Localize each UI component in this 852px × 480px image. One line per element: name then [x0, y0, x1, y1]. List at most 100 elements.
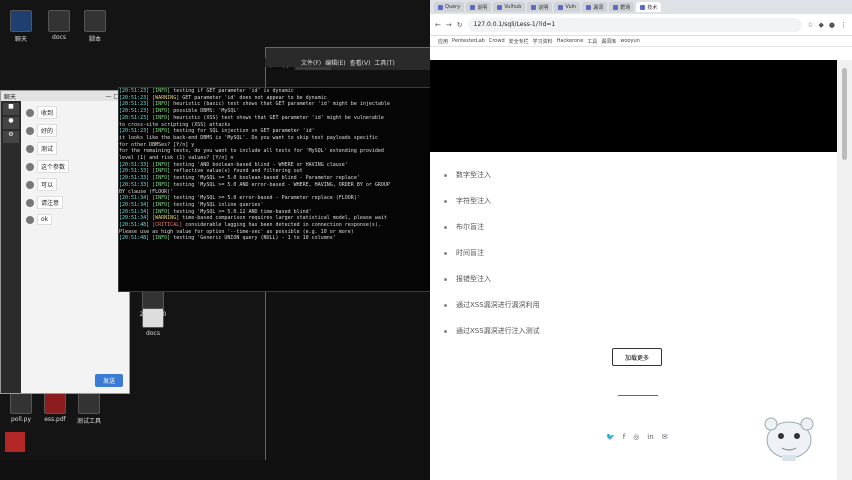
terminal-line: [20:51:23] [INFO] testing for SQL inject…	[119, 128, 431, 135]
nav-item-label: 布尔盲注	[456, 223, 484, 231]
terminal-timestamp: [20:51:48]	[119, 222, 153, 229]
terminal-timestamp: [20:51:33]	[119, 175, 153, 182]
desktop-icon[interactable]: 聊天	[4, 10, 38, 43]
menu-item[interactable]: 工具(T)	[374, 58, 394, 67]
social-links: 🐦 f ◎ in ✉	[606, 433, 668, 441]
browser-tab[interactable]: 说明	[527, 2, 553, 12]
message-text: ok	[37, 214, 53, 225]
github-icon[interactable]: ◎	[633, 433, 639, 441]
desktop-icon-label: 2020110	[139, 311, 167, 318]
menu-item[interactable]: 文件(F)	[301, 58, 321, 67]
folder-icon	[10, 10, 32, 32]
message-text: 可以	[37, 178, 58, 191]
nav-item[interactable]: 通过XSS漏洞进行漏洞利用	[444, 292, 704, 318]
bookmark-item[interactable]: 工具	[587, 38, 597, 45]
menu-item[interactable]: 查看(V)	[350, 58, 371, 67]
bookmark-item[interactable]: 漏洞库	[601, 38, 616, 45]
terminal-level: [INFO]	[152, 114, 174, 121]
bookmark-item[interactable]: Hackerone	[557, 38, 584, 44]
desktop-icon[interactable]: docs	[42, 10, 76, 41]
terminal-text: reflective value(s) found and filtering …	[173, 168, 303, 175]
app-shortcut-icon[interactable]	[5, 432, 25, 452]
hero-banner	[430, 60, 837, 152]
linkedin-icon[interactable]: in	[647, 433, 653, 441]
profile-icon[interactable]: ●	[829, 21, 835, 29]
nav-item[interactable]: 报错型注入	[444, 266, 704, 292]
facebook-icon[interactable]: f	[623, 433, 625, 441]
address-bar[interactable]: 127.0.0.1/sqli/Less-1/?id=1	[467, 17, 803, 32]
nav-item[interactable]: 时间盲注	[444, 240, 704, 266]
browser-tab[interactable]: 靶场	[609, 2, 635, 12]
tool-icon	[78, 392, 100, 414]
tab-label: 漏洞	[593, 4, 604, 11]
terminal-timestamp: [20:51:34]	[119, 201, 153, 208]
extension-icon[interactable]: ◆	[819, 21, 824, 29]
reload-icon[interactable]: ↻	[457, 21, 463, 29]
terminal-line: [20:51:23] [INFO] heuristic (basic) test…	[119, 101, 431, 108]
desktop-icon[interactable]: poll.py	[4, 392, 38, 423]
browser-tab[interactable]: 说明	[466, 2, 492, 12]
chat-icon[interactable]: ■	[3, 103, 19, 115]
bookmark-item[interactable]: 应用	[438, 38, 448, 45]
forward-icon[interactable]: →	[446, 21, 452, 29]
terminal-level: [CRITICAL]	[152, 222, 186, 229]
desktop-icon[interactable]: 测试工具	[72, 392, 106, 425]
terminal-text: testing if GET parameter 'id' is dynamic	[173, 88, 294, 94]
bookmark-item[interactable]: wooyun	[620, 38, 640, 44]
terminal-timestamp: [20:51:34]	[119, 208, 153, 215]
nav-item[interactable]: 通过XSS漏洞进行注入测试	[444, 318, 704, 344]
terminal-timestamp: [20:51:33]	[119, 161, 153, 168]
bookmark-item[interactable]: 学习资料	[533, 38, 553, 45]
terminal-line: [20:51:34] [INFO] testing 'MySQL >= 5.0.…	[119, 209, 431, 216]
terminal-text: testing for SQL injection on GET paramet…	[173, 128, 315, 135]
terminal-timestamp: [20:51:23]	[119, 128, 153, 135]
terminal-level: [WARNING]	[152, 94, 183, 101]
terminal-timestamp: [20:51:23]	[119, 108, 153, 115]
script-icon	[84, 10, 106, 32]
tab-label: Vuln	[565, 4, 577, 10]
chat-window: 聊天 — □ ✕ ■ ● ⚙ 收到 好的 测试 这个参数 可以 请注意 ok 发…	[0, 90, 130, 394]
back-icon[interactable]: ←	[435, 21, 441, 29]
pdf-icon	[44, 392, 66, 414]
bookmark-item[interactable]: 安全专栏	[509, 38, 529, 45]
nav-item[interactable]: 数字型注入	[444, 162, 704, 188]
browser-toolbar: ← → ↻ 127.0.0.1/sqli/Less-1/?id=1 ☆ ◆ ● …	[430, 14, 852, 36]
bookmark-item[interactable]: Crowd	[489, 38, 505, 44]
menu-icon[interactable]: ⋮	[840, 21, 847, 29]
terminal-line: for the remaining tests, do you want to …	[119, 148, 431, 155]
tab-favicon-icon	[586, 4, 592, 10]
terminal-level: [INFO]	[152, 101, 174, 108]
terminal-text: testing 'Generic UNION query (NULL) - 1 …	[173, 235, 336, 242]
terminal-window[interactable]: [20:51:23] [INFO] testing if GET paramet…	[118, 87, 432, 292]
terminal-timestamp: [20:51:33]	[119, 181, 153, 188]
bookmark-item[interactable]: PentesterLab	[452, 38, 485, 44]
nav-list: 数字型注入 字符型注入布尔盲注时间盲注 报错型注入通过XSS漏洞进行漏洞利用通过XS…	[444, 162, 704, 344]
nav-item-label: 通过XSS漏洞进行漏洞利用	[456, 301, 540, 309]
browser-tab[interactable]: 漏洞	[582, 2, 608, 12]
terminal-level: [WARNING]	[152, 215, 183, 222]
nav-item[interactable]: 字符型注入	[444, 188, 704, 214]
mail-icon[interactable]: ✉	[662, 433, 668, 441]
terminal-line: [20:51:23] [INFO] testing if GET paramet…	[119, 88, 431, 95]
star-icon[interactable]: ☆	[807, 21, 813, 29]
contacts-icon[interactable]: ●	[3, 117, 19, 129]
send-button[interactable]: 发送	[94, 374, 123, 387]
browser-tab[interactable]: 技术	[636, 2, 662, 12]
terminal-text: considerable lagging has been detected i…	[185, 222, 381, 229]
desktop-icon[interactable]: ess.pdf	[38, 392, 72, 423]
settings-icon[interactable]: ⚙	[3, 131, 19, 143]
nav-item[interactable]: 布尔盲注	[444, 214, 704, 240]
terminal-line: [20:51:23] [WARNING] GET parameter 'id' …	[119, 95, 431, 102]
scroll-thumb[interactable]	[842, 68, 847, 160]
desktop-icon[interactable]: 脚本	[78, 10, 112, 43]
tab-label: 技术	[647, 4, 658, 11]
browser-tab[interactable]: Query	[434, 2, 465, 12]
taskbar	[0, 460, 430, 480]
desktop-icon-label: docs	[52, 34, 66, 41]
load-more-button[interactable]: 加载更多	[612, 348, 662, 366]
terminal-line: [20:51:48] [INFO] testing 'Generic UNION…	[119, 235, 431, 242]
browser-tab[interactable]: Vulhub	[493, 2, 526, 12]
twitter-icon[interactable]: 🐦	[606, 433, 615, 441]
browser-tab[interactable]: Vuln	[554, 2, 581, 12]
menu-item[interactable]: 编辑(E)	[325, 58, 345, 67]
